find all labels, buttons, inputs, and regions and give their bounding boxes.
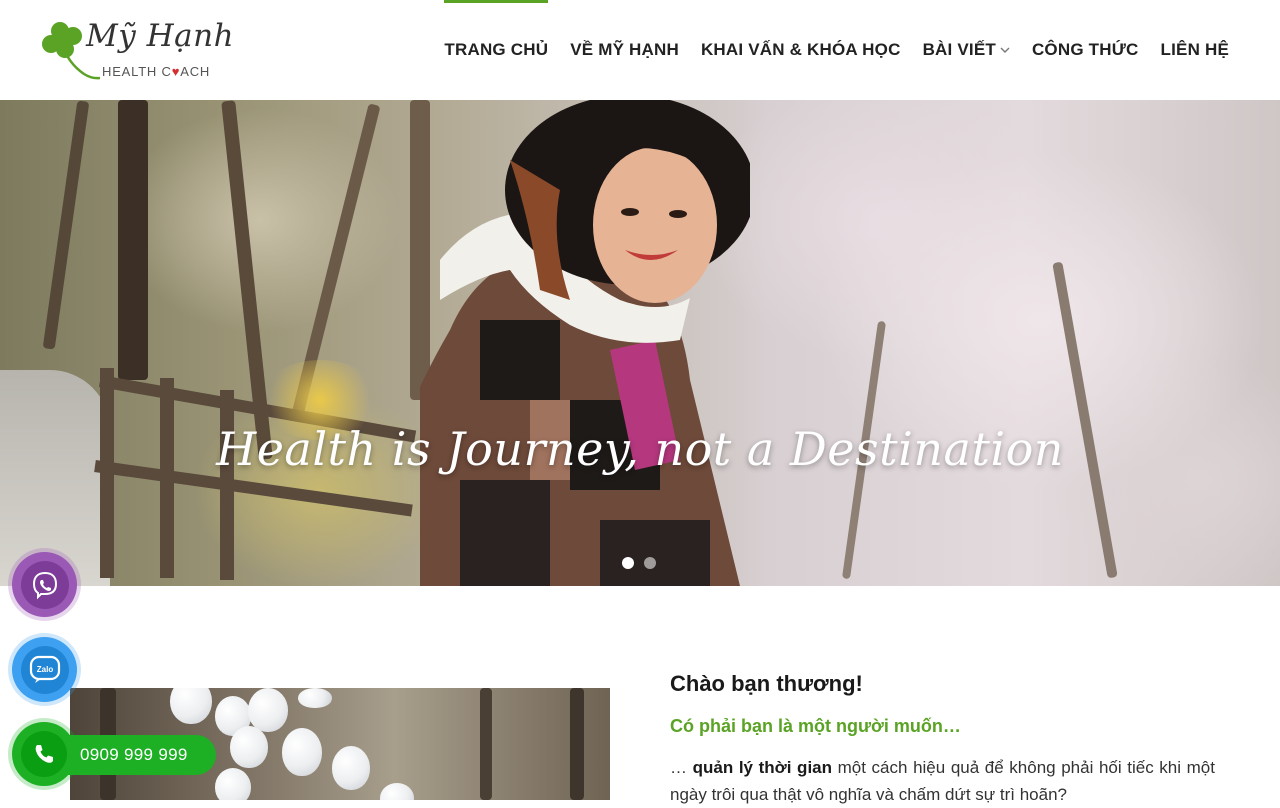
nav-item-articles[interactable]: BÀI VIẾT: [912, 0, 1021, 100]
hero-title: Health is Journey, not a Destination: [216, 422, 1064, 476]
logo-name: Mỹ Hạnh: [86, 18, 235, 54]
intro-emphasis: quản lý thời gian: [692, 758, 833, 777]
viber-icon: [32, 571, 57, 599]
balloon: [332, 746, 370, 790]
intro-heading: Chào bạn thương!: [670, 671, 863, 696]
nav-item-coaching[interactable]: KHAI VẤN & KHÓA HỌC: [690, 0, 912, 100]
slider-dot[interactable]: [622, 557, 634, 569]
slider-dot[interactable]: [644, 557, 656, 569]
balloon: [282, 728, 322, 776]
tree-trunk: [570, 688, 584, 800]
phone-icon: [35, 745, 53, 763]
viber-button[interactable]: [12, 552, 77, 617]
zalo-button[interactable]: Zalo: [12, 637, 77, 702]
fence-post: [220, 390, 234, 580]
balloon: [380, 783, 414, 800]
chevron-down-icon: [1000, 47, 1010, 53]
balloon: [230, 726, 268, 768]
zalo-icon: Zalo: [29, 655, 60, 683]
slider-dots: [622, 557, 656, 569]
tree-trunk: [1052, 261, 1118, 579]
svg-text:Zalo: Zalo: [36, 665, 53, 674]
site-logo[interactable]: Mỹ Hạnh HEALTH C♥ACH: [40, 18, 250, 82]
tree-trunk: [118, 100, 148, 380]
main-nav: TRANG CHỦ VỀ MỸ HẠNH KHAI VẤN & KHÓA HỌC…: [433, 0, 1240, 100]
nav-item-home[interactable]: TRANG CHỦ: [433, 0, 559, 100]
balloon: [170, 688, 212, 724]
tree-trunk: [42, 100, 90, 350]
nav-item-about[interactable]: VỀ MỸ HẠNH: [559, 0, 690, 100]
fence-post: [160, 378, 174, 578]
nav-item-contact[interactable]: LIÊN HỆ: [1150, 0, 1240, 100]
balloon: [215, 768, 251, 800]
hero-slider[interactable]: Health is Journey, not a Destination: [0, 100, 1280, 586]
intro-subheading: Có phải bạn là một người muốn…: [670, 716, 961, 736]
heart-icon: ♥: [171, 64, 181, 79]
call-button[interactable]: 0909 999 999: [12, 722, 216, 786]
person-photo: [420, 100, 750, 586]
logo-tagline: HEALTH C♥ACH: [102, 64, 211, 79]
site-header: Mỹ Hạnh HEALTH C♥ACH TRANG CHỦ VỀ MỸ HẠN…: [0, 0, 1280, 100]
balloon: [298, 688, 332, 708]
balloon: [248, 688, 288, 732]
nav-item-recipes[interactable]: CÔNG THỨC: [1021, 0, 1150, 100]
tree-trunk: [480, 688, 492, 800]
